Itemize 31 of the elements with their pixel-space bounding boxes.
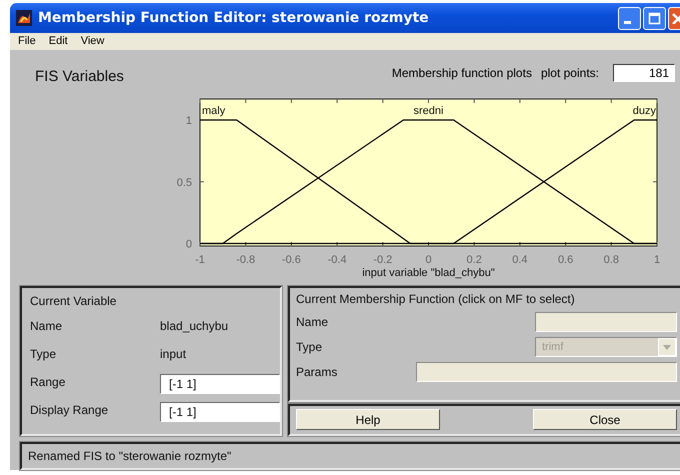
variable-type: input [160, 346, 188, 363]
field-label: Display Range [30, 402, 110, 419]
tick-label: 1 [186, 114, 192, 127]
tick-label: 0.6 [558, 254, 574, 266]
plot-label: Membership function plots [392, 64, 532, 80]
tick-label: 0 [425, 254, 432, 266]
tick-label: 1 [654, 254, 660, 266]
field-label: Type [30, 346, 58, 363]
tick-label: 0 [186, 238, 192, 250]
axis-title: input variable "blad_chybu" [362, 266, 495, 279]
tick-label: 0.8 [604, 254, 619, 266]
tick-label: -0.4 [328, 254, 347, 266]
tick-label: 0.4 [512, 254, 528, 266]
field-label: Range [30, 374, 66, 391]
tick-label: 0.2 [466, 254, 482, 266]
plot-points-label: plot points: [540, 64, 599, 80]
section-label: FIS Variables [35, 66, 125, 85]
field-label: Params [296, 365, 338, 380]
window-title: Membership Function Editor: sterowanie rozmyte [38, 10, 430, 26]
tick-label: -0.6 [282, 254, 301, 266]
variable-name: blad_uchybu [160, 318, 230, 335]
tick-label: -0.2 [373, 254, 392, 266]
tick-label: 0.5 [176, 176, 192, 189]
panel-title: Current Variable [30, 294, 118, 308]
field-label: Type [296, 340, 324, 354]
tick-label: -0.8 [236, 254, 256, 266]
status-message: Renamed FIS to "sterowanie rozmyte" [28, 448, 232, 463]
field-label: Name [296, 315, 330, 330]
field-label: Name [30, 318, 64, 335]
tick-label: -1 [195, 254, 205, 266]
panel-title: Current Membership Function (click on MF to select) [296, 292, 576, 306]
